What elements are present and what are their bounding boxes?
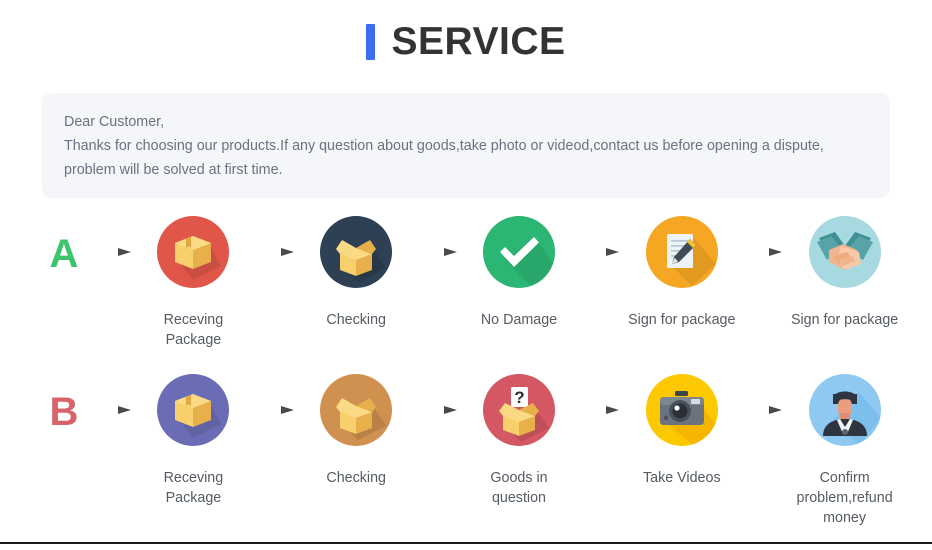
question-box-icon: ?	[482, 374, 555, 446]
document-pen-icon	[645, 216, 718, 288]
notice-line-greeting: Dear Customer,	[64, 114, 165, 130]
right-arrow-icon	[412, 364, 464, 456]
step-a3[interactable]: No Damage	[464, 206, 575, 330]
closed-box-icon	[157, 374, 230, 446]
step-label: Take Videos	[642, 470, 721, 486]
right-arrow-icon	[86, 206, 138, 298]
step-label: Receving Package	[163, 312, 224, 348]
step-label: Checking	[326, 470, 386, 486]
step-b5[interactable]: Confirm problem,refund money	[789, 364, 900, 528]
step-label: No Damage	[480, 312, 558, 328]
svg-text:?: ?	[514, 388, 524, 407]
handshake-icon	[808, 216, 881, 288]
step-b1[interactable]: Receving Package	[138, 364, 249, 508]
right-arrow-icon	[574, 206, 626, 298]
flow-letter-b: B	[49, 390, 79, 434]
customer-notice-box: Dear Customer, Thanks for choosing our p…	[42, 93, 890, 198]
step-a2[interactable]: Checking	[301, 206, 412, 330]
step-label: Goods in question	[490, 470, 548, 506]
step-label: Receving Package	[163, 470, 224, 506]
camera-icon	[645, 374, 718, 446]
flow-letter-a: A	[49, 232, 79, 276]
title-accent-bar	[366, 23, 376, 60]
right-arrow-icon	[412, 206, 464, 298]
bottom-divider	[0, 542, 932, 544]
notice-line-body: Thanks for choosing our products.If any …	[64, 138, 824, 178]
check-mark-icon	[482, 216, 555, 288]
step-label: Sign for package	[790, 312, 899, 328]
step-a4[interactable]: Sign for package	[626, 206, 737, 330]
step-b4[interactable]: Take Videos	[626, 364, 737, 488]
open-box-icon	[320, 216, 393, 288]
right-arrow-icon	[86, 364, 138, 456]
service-page: SERVICE Dear Customer, Thanks for choosi…	[0, 0, 932, 550]
right-arrow-icon	[249, 206, 301, 298]
closed-box-icon	[157, 216, 230, 288]
step-b2[interactable]: Checking	[301, 364, 412, 488]
right-arrow-icon	[574, 364, 626, 456]
step-label: Checking	[326, 312, 386, 328]
right-arrow-icon	[249, 364, 301, 456]
right-arrow-icon	[737, 206, 789, 298]
step-label: Sign for package	[628, 312, 736, 328]
flow-row-a: A Receving Package Checking No Damage Si…	[42, 206, 900, 350]
page-title: SERVICE	[0, 22, 932, 61]
open-box-icon	[320, 374, 393, 446]
flow-row-b: B Receving Package Checking ? Goods in q…	[42, 364, 900, 528]
page-title-text: SERVICE	[391, 20, 566, 63]
step-a1[interactable]: Receving Package	[138, 206, 249, 350]
person-avatar-icon	[808, 374, 881, 446]
step-a5[interactable]: Sign for package	[789, 206, 900, 330]
step-b3[interactable]: ? Goods in question	[464, 364, 575, 508]
step-label: Confirm problem,refund money	[796, 470, 893, 526]
right-arrow-icon	[737, 364, 789, 456]
